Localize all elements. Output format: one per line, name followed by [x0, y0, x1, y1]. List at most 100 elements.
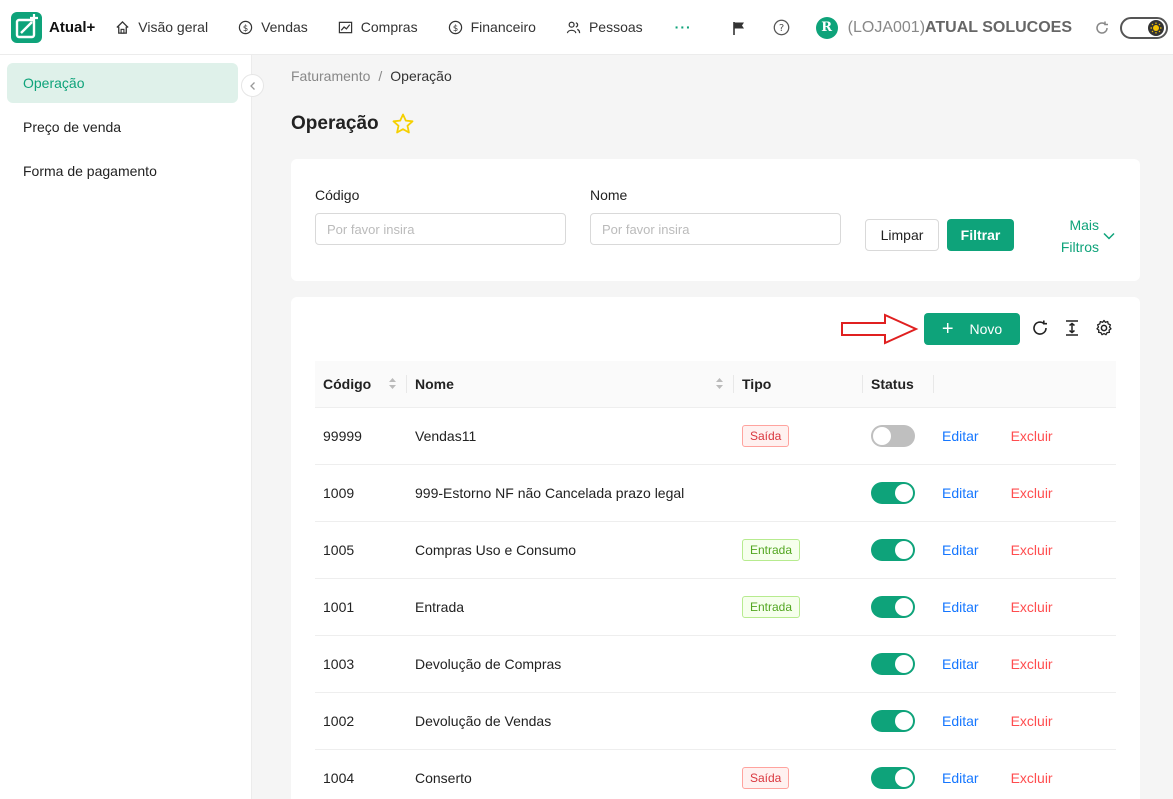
star-icon[interactable] [391, 112, 415, 136]
delete-link[interactable]: Excluir [1011, 770, 1053, 786]
col-tipo: Tipo [734, 361, 863, 408]
codigo-value: 1005 [323, 541, 355, 558]
cell-actions: Editar Excluir [934, 521, 1116, 579]
delete-link[interactable]: Excluir [1011, 428, 1053, 444]
logo-icon [11, 11, 42, 43]
nome-value: Devolução de Vendas [415, 712, 552, 729]
edit-link[interactable]: Editar [942, 485, 979, 501]
sidebar-item-forma-de-pagamento[interactable]: Forma de pagamento [7, 151, 238, 191]
status-toggle[interactable] [871, 538, 915, 561]
theme-toggle[interactable] [1120, 16, 1168, 39]
delete-link[interactable]: Excluir [1011, 656, 1053, 672]
refresh-icon[interactable] [1094, 20, 1110, 36]
nav-item-financeiro[interactable]: $ Financeiro [448, 19, 536, 35]
codigo-value: 1002 [323, 712, 355, 729]
cell-codigo: 1005 [315, 521, 407, 579]
status-toggle[interactable] [871, 766, 915, 789]
cell-actions: Editar Excluir [934, 407, 1116, 465]
nav-item-visao-geral[interactable]: Visão geral [115, 19, 208, 35]
edit-link[interactable]: Editar [942, 713, 979, 729]
status-toggle[interactable] [871, 652, 915, 675]
limpar-button[interactable]: Limpar [865, 219, 939, 251]
app-logo[interactable]: Atual+ [11, 11, 95, 43]
codigo-label: Código [315, 187, 360, 203]
breadcrumb-separator: / [378, 68, 383, 84]
table-row: 1001 Entrada Entrada Editar Excluir [315, 578, 1116, 636]
toggle-knob [895, 540, 913, 559]
nome-value: Compras Uso e Consumo [415, 541, 577, 558]
cell-tipo: Saída [734, 407, 863, 465]
codigo-input[interactable] [315, 213, 566, 245]
people-icon [566, 21, 581, 33]
col-nome[interactable]: Nome [407, 361, 734, 408]
flag-icon[interactable] [731, 20, 747, 36]
delete-link[interactable]: Excluir [1011, 599, 1053, 615]
tipo-tag: Entrada [742, 595, 801, 618]
nome-value: Devolução de Compras [415, 655, 562, 672]
chevron-down-icon[interactable] [1102, 229, 1116, 243]
cell-status [863, 521, 934, 579]
breadcrumb-parent[interactable]: Faturamento [291, 68, 370, 84]
reload-icon[interactable] [1031, 319, 1049, 337]
column-height-icon[interactable] [1063, 319, 1081, 337]
toggle-knob [895, 597, 913, 616]
tipo-tag: Saída [742, 766, 790, 789]
cell-nome: Devolução de Vendas [407, 692, 734, 750]
avatar[interactable]: R [815, 16, 838, 39]
edit-link[interactable]: Editar [942, 770, 979, 786]
nome-value: Conserto [415, 769, 472, 786]
delete-link[interactable]: Excluir [1011, 713, 1053, 729]
novo-button[interactable]: + Novo [924, 313, 1020, 345]
cell-nome: Entrada [407, 578, 734, 636]
toggle-knob [895, 483, 913, 502]
red-arrow-annotation [841, 313, 919, 345]
edit-link[interactable]: Editar [942, 599, 979, 615]
delete-link[interactable]: Excluir [1011, 542, 1053, 558]
cell-nome: Conserto [407, 749, 734, 799]
cell-tipo [734, 692, 863, 750]
filtrar-button[interactable]: Filtrar [947, 219, 1014, 251]
status-toggle[interactable] [871, 709, 915, 732]
cell-actions: Editar Excluir [934, 692, 1116, 750]
nav-label: Financeiro [470, 19, 536, 35]
col-codigo[interactable]: Código [315, 361, 407, 408]
cell-codigo: 1004 [315, 749, 407, 799]
nav-item-vendas[interactable]: $ Vendas [238, 19, 308, 35]
cell-status [863, 407, 934, 465]
settings-gear-icon[interactable] [1095, 319, 1113, 337]
sidebar-collapse-button[interactable] [241, 74, 264, 97]
top-bar: Atual+ Visão geral $ Vendas Compras $ Fi… [0, 0, 1173, 55]
mais-filtros-link[interactable]: Mais Filtros [1059, 214, 1099, 258]
chevron-left-icon [249, 81, 255, 90]
table-row: 1004 Conserto Saída Editar Excluir [315, 749, 1116, 799]
edit-link[interactable]: Editar [942, 656, 979, 672]
cell-codigo: 1002 [315, 692, 407, 750]
edit-link[interactable]: Editar [942, 542, 979, 558]
cell-nome: Vendas11 [407, 407, 734, 465]
table-header-row: Código Nome Tipo Status [315, 361, 1116, 408]
dollar-circle-icon: $ [448, 20, 462, 34]
nome-input[interactable] [590, 213, 841, 245]
help-icon[interactable]: ? [773, 19, 790, 36]
cell-codigo: 1001 [315, 578, 407, 636]
nome-value: 999-Estorno NF não Cancelada prazo legal [415, 484, 685, 501]
top-right-controls: ? R (LOJA001) ATUAL SOLUCOES [731, 0, 1173, 55]
nav-item-pessoas[interactable]: Pessoas [566, 19, 643, 35]
tipo-tag: Entrada [742, 538, 801, 561]
delete-link[interactable]: Excluir [1011, 485, 1053, 501]
status-toggle[interactable] [871, 595, 915, 618]
sort-icon[interactable] [715, 377, 724, 390]
store-code[interactable]: (LOJA001) [848, 19, 925, 37]
nav-item-compras[interactable]: Compras [338, 19, 418, 35]
table-card: + Novo Código Nome Tipo Status 99999 Ven… [291, 297, 1140, 799]
sort-icon[interactable] [388, 377, 397, 390]
col-status: Status [863, 361, 934, 408]
store-name[interactable]: ATUAL SOLUCOES [925, 19, 1072, 37]
codigo-value: 1004 [323, 769, 355, 786]
status-toggle[interactable] [871, 481, 915, 504]
status-toggle[interactable] [871, 424, 915, 447]
nav-more-button[interactable]: ··· [675, 19, 692, 35]
sidebar-item-operacao[interactable]: Operação [7, 63, 238, 103]
edit-link[interactable]: Editar [942, 428, 979, 444]
sidebar-item-preco-de-venda[interactable]: Preço de venda [7, 107, 238, 147]
